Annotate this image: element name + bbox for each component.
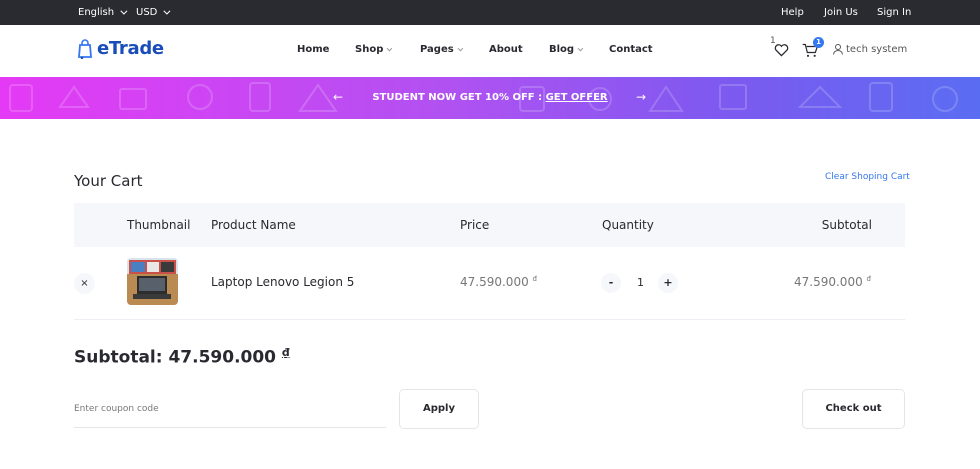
language-select[interactable]: English bbox=[78, 0, 128, 25]
top-bar: English USD Help Join Us Sign In bbox=[0, 0, 980, 25]
nav-home[interactable]: Home bbox=[297, 44, 329, 55]
quantity-decrease-button[interactable]: - bbox=[601, 273, 621, 293]
cart-subtotal: Subtotal: 47.590.000 ₫ bbox=[74, 346, 290, 368]
nav-blog-label: Blog bbox=[549, 44, 575, 55]
heart-icon[interactable] bbox=[774, 43, 789, 57]
get-offer-link[interactable]: GET OFFER bbox=[546, 92, 608, 103]
sign-in-link[interactable]: Sign In bbox=[877, 0, 911, 25]
col-product-name: Product Name bbox=[211, 218, 296, 232]
promo-next-arrow[interactable]: → bbox=[636, 90, 646, 104]
nav-shop[interactable]: Shop bbox=[355, 44, 393, 55]
product-price-value: 47.590.000 bbox=[460, 275, 529, 289]
language-label: English bbox=[78, 6, 115, 18]
brand-name: eTrade bbox=[97, 38, 164, 59]
chevron-down-icon bbox=[577, 45, 584, 51]
item-subtotal: 47.590.000 đ bbox=[794, 275, 871, 289]
user-name: tech system bbox=[846, 44, 908, 55]
product-price: 47.590.000 đ bbox=[460, 275, 537, 289]
promo-text: STUDENT NOW GET 10% OFF : bbox=[372, 92, 546, 103]
remove-item-button[interactable]: × bbox=[74, 273, 95, 294]
table-row: × Laptop Lenovo Legion 5 47.590.000 đ - … bbox=[74, 247, 905, 320]
nav-contact[interactable]: Contact bbox=[609, 44, 653, 55]
col-subtotal: Subtotal bbox=[821, 218, 872, 232]
col-price: Price bbox=[460, 218, 490, 232]
coupon-input[interactable] bbox=[74, 390, 386, 428]
chevron-down-icon bbox=[457, 45, 463, 51]
cart-table-header: Thumbnail Product Name Price Quantity Su… bbox=[74, 203, 905, 247]
price-currency: đ bbox=[532, 275, 537, 283]
user-account-link[interactable]: tech system bbox=[833, 44, 907, 55]
shopping-bag-icon bbox=[78, 38, 92, 59]
user-icon bbox=[833, 44, 843, 55]
main-header: eTrade Home Shop Pages About Blog Contac… bbox=[0, 25, 980, 77]
cart-count-badge: 1 bbox=[813, 37, 824, 48]
cart-subtotal-label: Subtotal: 47.590.000 bbox=[74, 347, 277, 368]
chevron-down-icon bbox=[120, 7, 128, 15]
quantity-value[interactable]: 1 bbox=[637, 276, 644, 289]
currency-select[interactable]: USD bbox=[136, 0, 171, 25]
help-link[interactable]: Help bbox=[781, 0, 804, 25]
nav-pages[interactable]: Pages bbox=[420, 44, 463, 55]
promo-message: STUDENT NOW GET 10% OFF : GET OFFER bbox=[0, 92, 980, 103]
brand-logo[interactable]: eTrade bbox=[77, 38, 164, 59]
nav-shop-label: Shop bbox=[355, 44, 384, 55]
nav-pages-label: Pages bbox=[420, 44, 454, 55]
nav-about[interactable]: About bbox=[489, 44, 523, 55]
promo-banner: ← STUDENT NOW GET 10% OFF : GET OFFER → bbox=[0, 77, 980, 119]
product-thumbnail[interactable] bbox=[127, 258, 178, 305]
col-thumbnail: Thumbnail bbox=[127, 218, 191, 232]
chevron-down-icon bbox=[386, 45, 393, 51]
currency-label: USD bbox=[136, 6, 158, 18]
checkout-button[interactable]: Check out bbox=[802, 389, 905, 429]
subtotal-currency: đ bbox=[866, 275, 871, 283]
cart-title: Your Cart bbox=[74, 172, 143, 190]
join-us-link[interactable]: Join Us bbox=[824, 0, 858, 25]
col-quantity: Quantity bbox=[602, 218, 654, 232]
nav-blog[interactable]: Blog bbox=[549, 44, 584, 55]
apply-coupon-button[interactable]: Apply bbox=[399, 389, 479, 429]
product-name[interactable]: Laptop Lenovo Legion 5 bbox=[211, 275, 354, 289]
chevron-down-icon bbox=[163, 7, 171, 15]
item-subtotal-value: 47.590.000 bbox=[794, 275, 863, 289]
clear-cart-link[interactable]: Clear Shoping Cart bbox=[825, 172, 910, 182]
cart-subtotal-currency: ₫ bbox=[281, 346, 290, 359]
quantity-increase-button[interactable]: + bbox=[658, 273, 678, 293]
